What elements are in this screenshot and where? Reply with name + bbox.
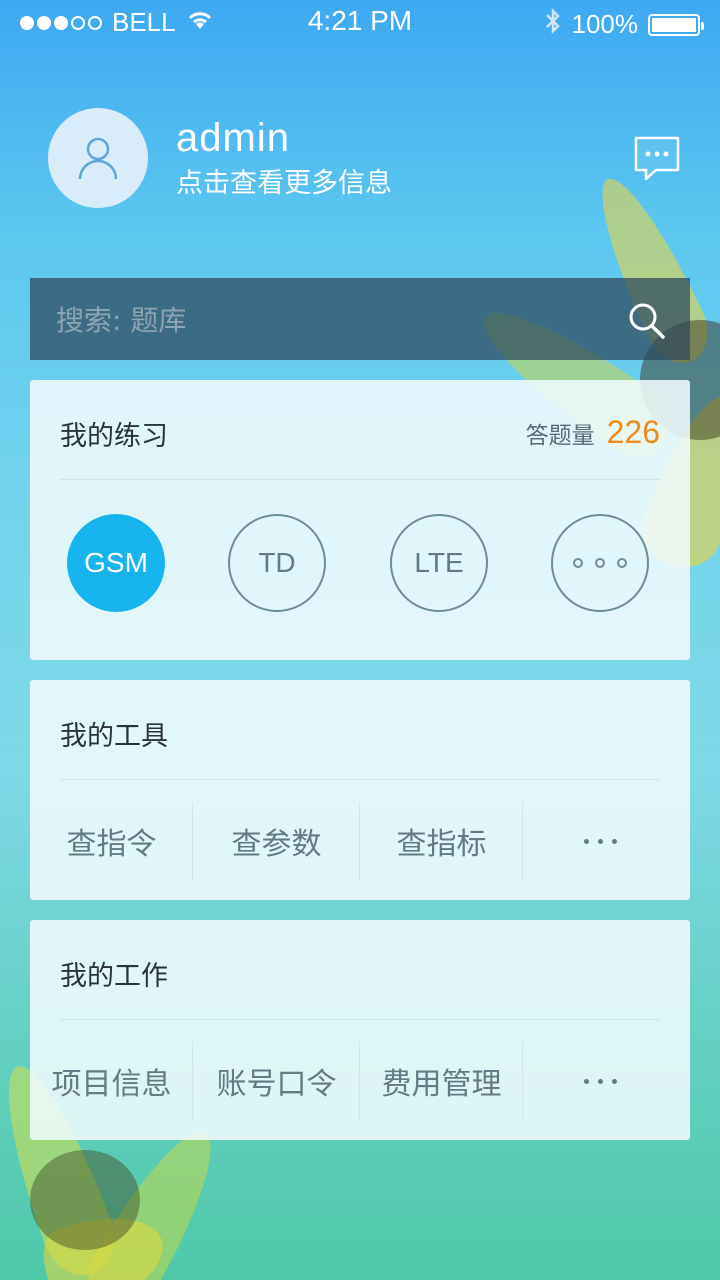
battery-icon [648, 13, 704, 36]
practice-more-button[interactable] [551, 514, 649, 612]
card-divider [60, 779, 660, 780]
tools-card: 我的工具 查指令 查参数 查指标 [30, 680, 690, 900]
work-expense-management[interactable]: 费用管理 [360, 1042, 523, 1120]
practice-item-td[interactable]: TD [228, 514, 326, 612]
profile-header[interactable]: admin 点击查看更多信息 [48, 108, 392, 208]
card-divider [60, 1019, 660, 1020]
tool-query-indicator[interactable]: 查指标 [360, 802, 523, 880]
more-icon [584, 838, 617, 844]
username: admin [176, 116, 290, 160]
profile-text: admin 点击查看更多信息 [176, 112, 392, 204]
more-icon [573, 558, 627, 568]
work-project-info[interactable]: 项目信息 [30, 1042, 193, 1120]
user-avatar-icon[interactable] [48, 108, 148, 208]
card-divider [60, 479, 660, 480]
practice-card: 我的练习 答题量 226 GSM TD LTE [30, 380, 690, 660]
answer-count-label: 答题量 [525, 423, 595, 449]
status-right: 100% [544, 7, 704, 42]
work-card: 我的工作 项目信息 账号口令 费用管理 [30, 920, 690, 1140]
tool-query-parameter[interactable]: 查参数 [193, 802, 360, 880]
search-placeholder: 搜索: 题库 [56, 304, 187, 337]
tool-query-command[interactable]: 查指令 [30, 802, 193, 880]
tools-row: 查指令 查参数 查指标 [30, 802, 690, 880]
work-more-button[interactable] [523, 1042, 678, 1120]
work-row: 项目信息 账号口令 费用管理 [30, 1042, 690, 1120]
practice-item-lte[interactable]: LTE [390, 514, 488, 612]
battery-percent: 100% [571, 9, 639, 39]
profile-subtitle[interactable]: 点击查看更多信息 [176, 164, 392, 204]
search-icon[interactable] [626, 300, 666, 340]
work-account-password[interactable]: 账号口令 [193, 1042, 360, 1120]
message-icon[interactable] [632, 134, 682, 184]
practice-item-gsm[interactable]: GSM [67, 514, 165, 612]
answer-count: 答题量 226 [526, 414, 660, 451]
more-icon [584, 1078, 617, 1084]
search-bar[interactable]: 搜索: 题库 [30, 278, 690, 360]
answer-count-value: 226 [606, 414, 660, 450]
tools-title: 我的工具 [60, 721, 168, 752]
bluetooth-icon [544, 7, 562, 42]
tools-more-button[interactable] [523, 802, 678, 880]
status-bar: BELL 4:21 PM 100% [0, 0, 720, 44]
work-title: 我的工作 [60, 961, 168, 992]
practice-title: 我的练习 [60, 421, 168, 452]
